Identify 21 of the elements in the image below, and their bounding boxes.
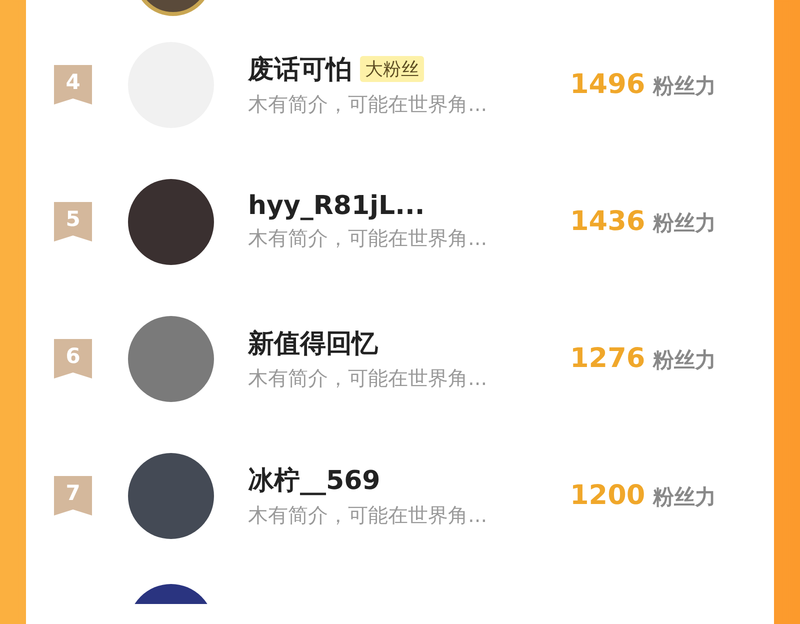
fan-score-unit: 粉丝力 (653, 210, 716, 237)
fan-score: 1276 (570, 343, 646, 374)
user-name: hyy_R81jL... (248, 191, 425, 221)
user-bio: 木有简介，可能在世界角... (248, 225, 488, 252)
user-name: 新值得回忆 (248, 328, 378, 360)
fan-score: 1496 (570, 69, 646, 100)
user-bio: 木有简介，可能在世界角... (248, 90, 488, 118)
fan-score-unit: 粉丝力 (653, 347, 716, 374)
fan-score-unit: 粉丝力 (653, 73, 716, 100)
user-name: 废话可怕 (248, 54, 352, 86)
fan-score-unit: 粉丝力 (653, 484, 716, 511)
rank-ribbon: 5 (54, 202, 92, 242)
user-bio: 木有简介，可能在世界角... (248, 502, 488, 528)
rank-ribbon: 4 (54, 64, 92, 104)
user-bio: 木有简介，可能在世界角... (248, 364, 488, 392)
user-name: 冰柠__569 (248, 464, 380, 498)
fan-badge: 大粉丝 (360, 56, 424, 82)
rank-ribbon: 7 (54, 476, 92, 516)
rank-ribbon: 6 (54, 338, 92, 378)
fan-score: 1200 (570, 480, 646, 511)
fan-score: 1436 (570, 206, 646, 237)
